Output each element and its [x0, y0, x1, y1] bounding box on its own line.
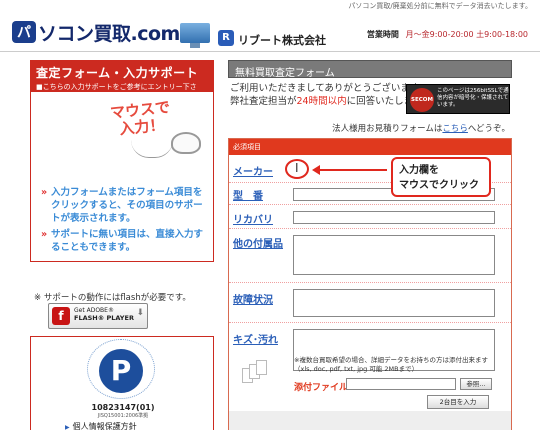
mouse-icon [171, 132, 201, 154]
attachment-note: ※複数台買取希望の場合、詳細データをお持ちの方は添付出来ます（xls, doc,… [294, 356, 488, 373]
hours-value: 月～金9:00-20:00 土9:00-18:00 [405, 30, 528, 39]
monitor-icon [180, 23, 210, 48]
form-title: 無料買取査定フォーム [228, 60, 512, 79]
failure-label[interactable]: 故障状況 [233, 291, 273, 306]
mouse-input-title: マウスで 入力！ [109, 97, 171, 139]
privacy-mark-box: P 10823147(01) JISQ15001:2006準拠 個人情報保護方針 [30, 336, 214, 430]
form-row-recovery: リカバリ [229, 205, 511, 229]
support-tip-1: » 入力フォームまたはフォーム項目をクリックすると、その項目のサポートが表示され… [41, 187, 203, 224]
download-icon: ⬇ [136, 308, 144, 318]
privacy-standard: JISQ15001:2006準拠 [97, 413, 149, 419]
hours-label: 営業時間 [366, 30, 399, 39]
model-label[interactable]: 型 番 [233, 187, 263, 202]
recovery-input[interactable] [293, 211, 495, 224]
flash-icon: f [52, 307, 70, 325]
tip-arrow-icon: » [41, 229, 48, 240]
browse-button[interactable]: 参照... [460, 378, 492, 390]
assessment-form-panel: 無料買取査定フォーム ご利用いただきましてありがとうございます。 弊社査定担当が… [228, 60, 512, 430]
site-logo[interactable]: パ ソコン買取.com [12, 18, 180, 46]
form-row-accessories: 他の付属品 [229, 229, 511, 283]
text-cursor-icon: I [295, 161, 299, 175]
business-hours: 営業時間 月～金9:00-20:00 土9:00-18:00 [367, 29, 528, 40]
tip-arrow-icon: » [41, 187, 48, 198]
left-arrow-icon [312, 165, 387, 175]
attachment-file-input[interactable] [346, 378, 456, 390]
failure-textarea[interactable] [293, 289, 495, 317]
privacy-number: 10823147(01) [91, 403, 155, 412]
secom-ssl-badge[interactable]: SECOM このページは256bitSSLで通信内容が暗号化・保護されています。 [406, 84, 510, 114]
support-content: マウスで 入力！ » 入力フォームまたはフォーム項目をクリックすると、その項目の… [30, 92, 214, 262]
documents-icon [242, 360, 272, 390]
brand-name: ソコン買取.com [38, 22, 180, 45]
support-tip-2: » サポートに無い項目は、直接入力することもできます。 [41, 229, 204, 253]
secom-logo-icon: SECOM [410, 88, 434, 112]
maker-label[interactable]: メーカー [233, 163, 273, 178]
support-title: 査定フォーム・入力サポート [36, 66, 199, 80]
corporate-form-link[interactable]: こちら [442, 124, 468, 134]
site-header: パ ソコン買取.com R リブート株式会社 営業時間 月～金9:00-20:0… [0, 10, 540, 52]
input-support-panel: 査定フォーム・入力サポート ■こちらの入力サポートをご参考にエントリー下さい。 … [30, 60, 214, 430]
mouse-cord-icon [131, 140, 173, 158]
corporate-quote-note: 法人様用お見積りフォームはこちらへどうぞ。 [332, 124, 510, 134]
required-items-bar: 必須項目 [229, 139, 511, 155]
support-header: 査定フォーム・入力サポート ■こちらの入力サポートをご参考にエントリー下さい。 [30, 60, 214, 101]
flash-requirement-note: ※ サポートの動作にはflashが必要です。 [34, 293, 191, 303]
accessories-label[interactable]: 他の付属品 [233, 235, 283, 250]
company-logo-icon: R [218, 30, 234, 46]
get-flash-player-button[interactable]: f Get ADOBE® FLASH® PLAYER ⬇ [48, 303, 148, 329]
accessories-textarea[interactable] [293, 235, 495, 275]
add-second-item-button[interactable]: 2台目を入力 [427, 395, 489, 409]
privacy-mark-icon: P [99, 349, 143, 393]
company-name: リブート株式会社 [238, 34, 326, 47]
scratches-label[interactable]: キズ･汚れ [233, 331, 278, 346]
thanks-message: ご利用いただきましてありがとうございます。 弊社査定担当が24時間以内に回答いた… [230, 83, 432, 107]
click-instruction-callout: 入力欄を マウスでクリック [391, 157, 491, 197]
attachment-label: 添付ファイル [294, 383, 349, 393]
brand-mark: パ [12, 21, 36, 43]
attachment-section [229, 411, 511, 430]
recovery-label[interactable]: リカバリ [233, 211, 273, 226]
form-row-failure: 故障状況 [229, 283, 511, 323]
privacy-policy-link[interactable]: 個人情報保護方針 [65, 421, 137, 430]
